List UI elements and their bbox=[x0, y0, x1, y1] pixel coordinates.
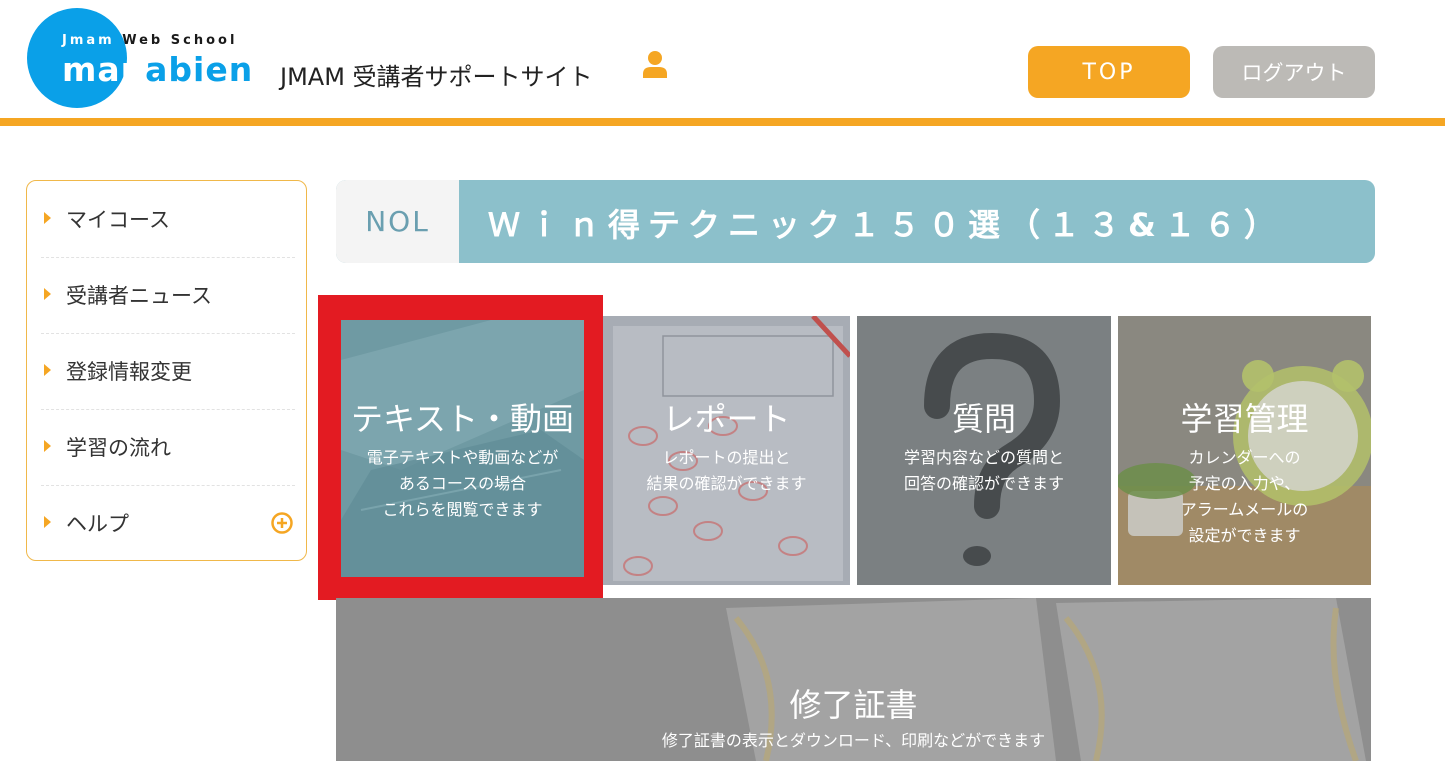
course-code: NOL bbox=[365, 205, 430, 238]
sidebar-item-help[interactable]: ヘルプ bbox=[41, 485, 295, 561]
expand-plus-icon[interactable] bbox=[271, 512, 293, 534]
tile-question[interactable]: 質問 学習内容などの質問と 回答の確認ができます bbox=[857, 316, 1111, 585]
arrow-right-icon bbox=[44, 364, 51, 376]
logo-tagline: Jmam Web School bbox=[62, 33, 238, 48]
tile-desc-line: 回答の確認ができます bbox=[903, 474, 1064, 493]
site-title: JMAM 受講者サポートサイト bbox=[280, 63, 593, 91]
arrow-right-icon bbox=[44, 440, 51, 452]
sidebar-item-label: 学習の流れ bbox=[66, 436, 171, 460]
tile-report[interactable]: レポート レポートの提出と 結果の確認ができます bbox=[603, 316, 850, 585]
course-title-bar: NOL Ｗｉｎ得テクニック１５０選（１３&１６） bbox=[336, 180, 1375, 263]
sidebar-item-news[interactable]: 受講者ニュース bbox=[41, 257, 295, 334]
tile-desc-line: 学習内容などの質問と bbox=[903, 448, 1064, 467]
tile-title: 修了証書 bbox=[789, 686, 918, 724]
sidebar-item-my-course[interactable]: マイコース bbox=[41, 181, 295, 258]
tile-desc-line: 設定ができます bbox=[1188, 526, 1301, 545]
tile-description: カレンダーへの 予定の入力や、 アラームメールの 設定ができます bbox=[1118, 445, 1371, 549]
tile-description: レポートの提出と 結果の確認ができます bbox=[603, 445, 850, 497]
sidebar-item-learning-flow[interactable]: 学習の流れ bbox=[41, 409, 295, 486]
tile-title: 質問 bbox=[951, 400, 1016, 438]
tile-certificate[interactable]: 修了証書 修了証書の表示とダウンロード、印刷などができます bbox=[336, 598, 1371, 761]
sidebar-item-label: マイコース bbox=[66, 208, 170, 232]
sidebar-item-profile[interactable]: 登録情報変更 bbox=[41, 333, 295, 410]
arrow-right-icon bbox=[44, 516, 51, 528]
tile-learning-management[interactable]: 学習管理 カレンダーへの 予定の入力や、 アラームメールの 設定ができます bbox=[1118, 316, 1371, 585]
tile-description: 修了証書の表示とダウンロード、印刷などができます bbox=[336, 728, 1371, 754]
tile-desc-line: カレンダーへの bbox=[1188, 448, 1301, 467]
sidebar-item-label: 受講者ニュース bbox=[66, 284, 212, 308]
tile-desc-line: レポートの提出と bbox=[662, 448, 791, 467]
arrow-right-icon bbox=[44, 288, 51, 300]
course-prefix-box: NOL bbox=[336, 180, 459, 263]
tile-desc-line: あるコースの場合 bbox=[398, 474, 527, 493]
sidebar-nav: マイコース 受講者ニュース 登録情報変更 学習の流れ ヘルプ bbox=[26, 180, 307, 561]
tile-desc-line: これらを閲覧できます bbox=[382, 500, 543, 519]
site-header: Jmam Web School manabien JMAM 受講者サポートサイト… bbox=[0, 0, 1445, 118]
tile-title: レポート bbox=[662, 400, 791, 438]
arrow-right-icon bbox=[44, 212, 51, 224]
tile-description: 学習内容などの質問と 回答の確認ができます bbox=[857, 445, 1111, 497]
logout-button[interactable]: ログアウト bbox=[1213, 46, 1375, 98]
tile-description: 電子テキストや動画などが あるコースの場合 これらを閲覧できます bbox=[341, 445, 584, 523]
top-button[interactable]: TOP bbox=[1028, 46, 1190, 98]
tile-text-video[interactable]: テキスト・動画 電子テキストや動画などが あるコースの場合 これらを閲覧できます bbox=[341, 320, 584, 577]
tile-title: 学習管理 bbox=[1180, 400, 1309, 438]
logo-wordmark[interactable]: manabien bbox=[62, 50, 253, 89]
header-divider bbox=[0, 118, 1445, 126]
sidebar-item-label: 登録情報変更 bbox=[66, 360, 192, 384]
tile-desc-line: アラームメールの bbox=[1180, 500, 1309, 519]
sidebar-item-label: ヘルプ bbox=[66, 512, 129, 536]
tile-desc-line: 結果の確認ができます bbox=[646, 474, 807, 493]
course-title: Ｗｉｎ得テクニック１５０選（１３&１６） bbox=[488, 206, 1284, 244]
tile-desc-line: 修了証書の表示とダウンロード、印刷などができます bbox=[661, 731, 1046, 750]
tile-desc-line: 電子テキストや動画などが bbox=[366, 448, 559, 467]
tile-title: テキスト・動画 bbox=[350, 400, 575, 438]
tile-desc-line: 予定の入力や、 bbox=[1188, 474, 1301, 493]
user-icon bbox=[643, 51, 667, 78]
